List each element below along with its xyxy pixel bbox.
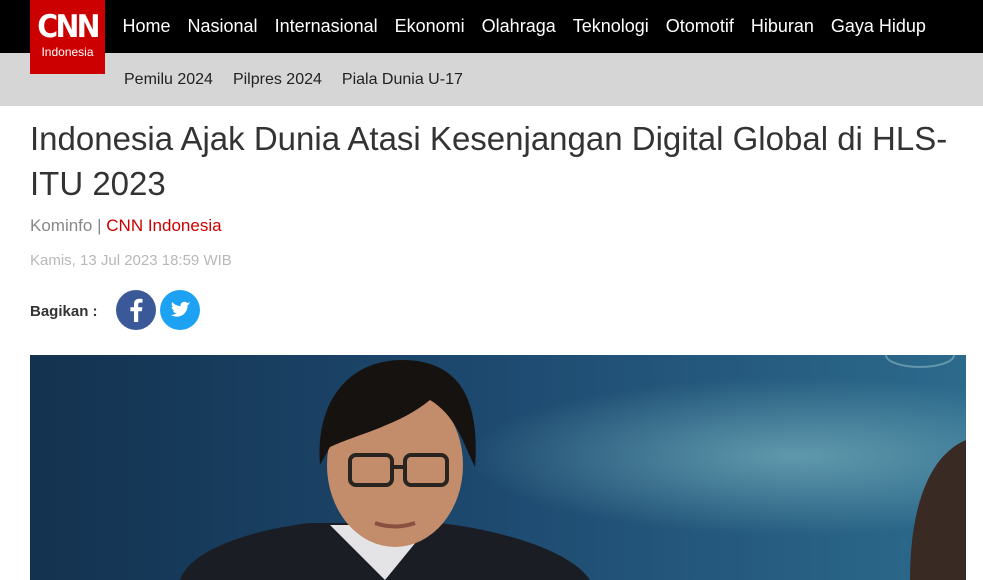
source-separator: | <box>97 216 102 235</box>
nav-item-hiburan[interactable]: Hiburan <box>742 16 822 37</box>
share-twitter-button[interactable] <box>160 290 200 330</box>
sub-nav: Pemilu 2024 Pilpres 2024 Piala Dunia U-1… <box>114 53 473 106</box>
nav-item-home[interactable]: Home <box>114 16 179 37</box>
nav-item-nasional[interactable]: Nasional <box>179 16 266 37</box>
facebook-icon <box>130 298 143 322</box>
nav-item-teknologi[interactable]: Teknologi <box>564 16 657 37</box>
article-source: Kominfo <box>30 216 93 235</box>
article-date: Kamis, 13 Jul 2023 18:59 WIB <box>30 252 232 269</box>
subnav-item-pilpres-2024[interactable]: Pilpres 2024 <box>223 71 332 89</box>
nav-item-olahraga[interactable]: Olahraga <box>473 16 564 37</box>
subnav-item-pemilu-2024[interactable]: Pemilu 2024 <box>114 71 223 89</box>
share-facebook-button[interactable] <box>116 290 156 330</box>
nav-item-gaya-hidup[interactable]: Gaya Hidup <box>822 16 934 37</box>
secondary-navigation-bar: Pemilu 2024 Pilpres 2024 Piala Dunia U-1… <box>0 53 983 106</box>
cnn-indonesia-logo[interactable]: CNN Indonesia <box>30 0 105 74</box>
article-headline: Indonesia Ajak Dunia Atasi Kesenjangan D… <box>30 120 948 202</box>
logo-subtitle: Indonesia <box>41 45 94 59</box>
article-brand-link[interactable]: CNN Indonesia <box>106 216 221 235</box>
nav-item-ekonomi[interactable]: Ekonomi <box>386 16 473 37</box>
article-source-line: Kominfo | CNN Indonesia <box>30 216 222 236</box>
nav-item-internasional[interactable]: Internasional <box>266 16 386 37</box>
main-nav: Home Nasional Internasional Ekonomi Olah… <box>114 0 934 53</box>
twitter-icon <box>170 301 191 317</box>
subnav-item-piala-dunia-u17[interactable]: Piala Dunia U-17 <box>332 71 473 89</box>
logo-mark: CNN <box>37 9 100 45</box>
article-main-image <box>30 355 966 580</box>
top-navigation-bar: Home Nasional Internasional Ekonomi Olah… <box>0 0 983 53</box>
nav-item-otomotif[interactable]: Otomotif <box>657 16 742 37</box>
conference-speaker-photo <box>30 355 966 580</box>
share-label: Bagikan : <box>30 303 98 320</box>
